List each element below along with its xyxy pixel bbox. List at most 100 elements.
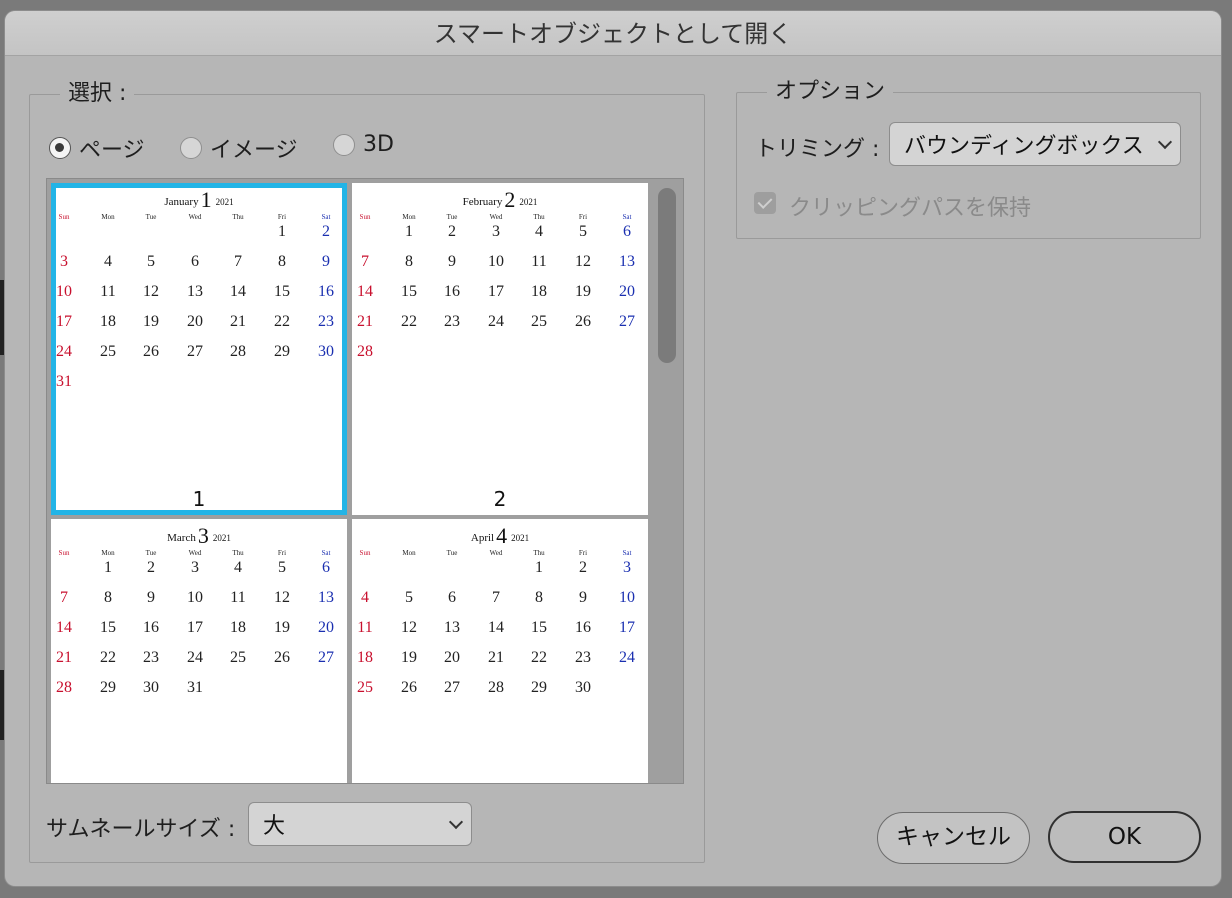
calendar-day: 31	[187, 679, 203, 696]
weekday-header: Sun	[359, 549, 371, 557]
calendar-day: 15	[274, 283, 290, 300]
radio-page-label: ページ	[79, 138, 145, 163]
calendar-day: 17	[488, 283, 504, 300]
calendar-day: 14	[230, 283, 246, 300]
weekday-header: Mon	[402, 549, 416, 557]
thumbnail-size-select[interactable]: 大	[248, 802, 472, 846]
calendar-day: 13	[619, 253, 635, 270]
calendar-day: 14	[488, 619, 504, 636]
calendar-day: 8	[535, 589, 543, 606]
calendar-day: 9	[579, 589, 587, 606]
weekday-header: Tue	[145, 213, 157, 221]
calendar-day: 26	[274, 649, 290, 666]
calendar-day: 28	[488, 679, 504, 696]
page-thumbnail-3[interactable]: March3 2021 Sun Mon Tue Wed Thu Fri Sat 1 2 3 4 5 6 7 8 9…	[51, 519, 347, 783]
cancel-button[interactable]: キャンセル	[877, 812, 1030, 864]
calendar-day: 16	[444, 283, 460, 300]
selection-legend: 選択 :	[60, 80, 135, 108]
calendar-day: 10	[187, 589, 203, 606]
calendar-day: 26	[143, 343, 159, 360]
weekday-header: Thu	[533, 213, 545, 221]
calendar-month-number: 2	[504, 187, 516, 212]
calendar-day: 27	[187, 343, 203, 360]
thumbnail-scrollbar[interactable]	[658, 188, 676, 363]
calendar-day: 11	[357, 619, 373, 636]
clipping-path-label: クリッピングパスを保持	[789, 196, 1032, 221]
dialog-title: スマートオブジェクトとして開く	[5, 11, 1221, 56]
calendar-day: 14	[357, 283, 373, 300]
weekday-header: Sat	[622, 213, 632, 221]
page-thumbnail-1[interactable]: January1 2021 Sun Mon Tue Wed Thu Fri Sat 1 2 3 4 5 6 7…	[51, 183, 347, 515]
calendar-day: 21	[56, 649, 72, 666]
calendar-day: 23	[318, 313, 334, 330]
calendar-day: 15	[401, 283, 417, 300]
radio-page-indicator[interactable]	[49, 137, 71, 159]
weekday-header: Tue	[446, 213, 458, 221]
page-number-label: 2	[493, 487, 507, 511]
calendar-day: 30	[318, 343, 334, 360]
calendar-day: 15	[100, 619, 116, 636]
radio-3d-indicator[interactable]	[333, 133, 355, 156]
calendar-day: 11	[531, 253, 547, 270]
calendar-day: 28	[56, 679, 72, 696]
radio-image-indicator[interactable]	[180, 137, 202, 159]
calendar-day: 19	[143, 313, 159, 330]
calendar-day: 17	[56, 313, 72, 330]
calendar-day: 3	[623, 559, 631, 576]
chevron-down-icon	[1157, 134, 1173, 150]
calendar-day: 3	[492, 223, 500, 240]
calendar-day: 20	[318, 619, 334, 636]
calendar-day: 17	[619, 619, 635, 636]
calendar-day: 28	[230, 343, 246, 360]
calendar-day: 7	[492, 589, 500, 606]
calendar-day: 19	[274, 619, 290, 636]
weekday-header: Fri	[578, 549, 588, 557]
calendar-day: 8	[278, 253, 286, 270]
calendar-day: 2	[448, 223, 456, 240]
page-thumbnail-grid[interactable]: January1 2021 Sun Mon Tue Wed Thu Fri Sat 1 2 3 4 5 6 7…	[46, 178, 684, 784]
crop-select-value: バウンディングボックス	[904, 134, 1144, 159]
weekday-header: Fri	[277, 549, 287, 557]
weekday-header: Thu	[232, 549, 244, 557]
calendar-day: 22	[531, 649, 547, 666]
page-thumbnail-4[interactable]: April4 2021 Sun Mon Tue Wed Thu Fri Sat 1 2 3 4 5 6 7 8 9…	[352, 519, 648, 783]
weekday-header: Wed	[188, 549, 202, 557]
calendar-day: 12	[274, 589, 290, 606]
calendar-day: 5	[278, 559, 286, 576]
calendar-day: 26	[401, 679, 417, 696]
calendar-day: 9	[147, 589, 155, 606]
calendar-day: 16	[575, 619, 591, 636]
calendar-day: 25	[230, 649, 246, 666]
calendar-day: 8	[104, 589, 112, 606]
calendar-day: 27	[444, 679, 460, 696]
calendar-day: 24	[187, 649, 203, 666]
calendar-day: 24	[56, 343, 72, 360]
radio-3d[interactable]: 3D	[333, 132, 394, 157]
calendar-day: 25	[100, 343, 116, 360]
crop-select[interactable]: バウンディングボックス	[889, 122, 1181, 166]
calendar-month: January	[164, 196, 199, 208]
thumbnail-size-label: サムネールサイズ :	[46, 817, 236, 842]
weekday-header: Sat	[321, 213, 331, 221]
page-thumbnail-2[interactable]: February2 2021 Sun Mon Tue Wed Thu Fri Sat 1 2 3 4 5 6…	[352, 183, 648, 515]
weekday-header: Fri	[578, 213, 588, 221]
radio-page[interactable]: ページ	[49, 132, 145, 164]
calendar-day: 10	[619, 589, 635, 606]
calendar-day: 29	[531, 679, 547, 696]
weekday-header: Sun	[359, 213, 371, 221]
radio-image[interactable]: イメージ	[180, 132, 298, 164]
calendar-title: March3 2021	[51, 523, 347, 549]
weekday-header: Wed	[188, 213, 202, 221]
calendar-day: 11	[230, 589, 246, 606]
crop-label: トリミング :	[755, 137, 880, 162]
calendar-year: 2021	[519, 197, 538, 207]
calendar-day: 9	[322, 253, 330, 270]
weekday-header: Wed	[489, 549, 503, 557]
calendar-title: February2 2021	[352, 187, 648, 213]
calendar-month: February	[462, 196, 503, 208]
calendar-day: 24	[488, 313, 504, 330]
clipping-path-checkbox[interactable]	[754, 192, 776, 214]
calendar-day: 17	[187, 619, 203, 636]
ok-button[interactable]: OK	[1048, 811, 1201, 863]
calendar-day: 4	[104, 253, 112, 270]
